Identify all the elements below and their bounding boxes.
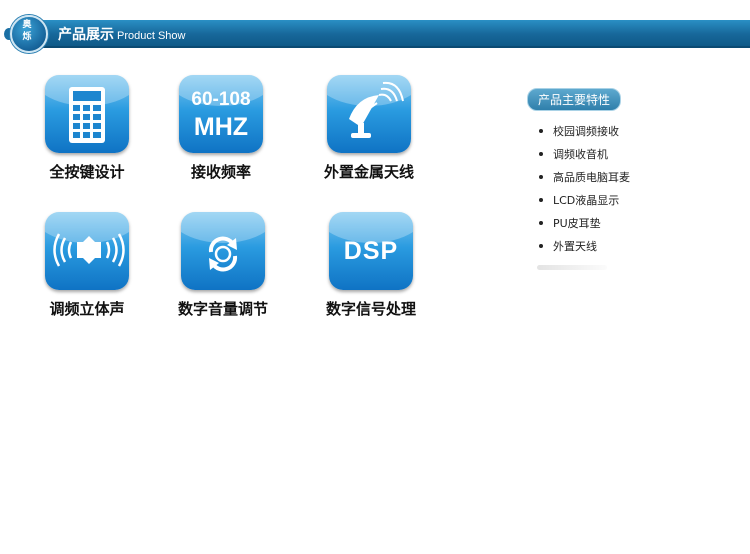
feature-label: 全按键设计 xyxy=(49,163,125,181)
section-title-en: Product Show xyxy=(117,30,186,42)
brand-logo-badge: 奥 烁 xyxy=(4,12,50,54)
frequency-range-text: 60-108 xyxy=(191,89,251,110)
feature-full-keypad: 全按键设计 xyxy=(32,75,142,182)
feature-digital-volume: 数字音量调节 xyxy=(168,212,278,319)
logo-char-1: 奥 xyxy=(22,20,32,30)
dsp-text: DSP xyxy=(343,237,399,265)
satellite-antenna-graphic xyxy=(349,81,404,138)
spec-item: 高品质电脑耳麦 xyxy=(527,169,727,192)
calculator-keypad-icon xyxy=(45,75,129,153)
section-title: 产品展示 Product Show xyxy=(58,24,185,44)
volume-rotate-icon xyxy=(181,212,265,290)
frequency-unit-text: MHZ xyxy=(193,113,249,141)
feature-fm-stereo: 调频立体声 xyxy=(32,212,142,319)
feature-label: 数字信号处理 xyxy=(325,300,416,318)
feature-dsp: DSP 数字信号处理 xyxy=(316,212,426,319)
volume-rotate-graphic xyxy=(208,236,238,272)
stereo-speaker-icon xyxy=(45,212,129,290)
spec-item: 调频收音机 xyxy=(527,146,727,169)
spec-item: 校园调频接收 xyxy=(527,123,727,146)
frequency-range-icon: 60-108 MHZ xyxy=(179,75,263,153)
logo-char-2: 烁 xyxy=(22,32,32,42)
spec-item: LCD液晶显示 xyxy=(527,192,727,215)
stereo-speaker-graphic xyxy=(53,233,125,267)
specs-title: 产品主要特性 xyxy=(527,88,622,111)
calculator-keypad-graphic xyxy=(69,87,105,143)
feature-label: 接收频率 xyxy=(190,163,251,181)
feature-label: 外置金属天线 xyxy=(323,163,414,181)
specs-panel: 产品主要特性 校园调频接收 调频收音机 高品质电脑耳麦 LCD液晶显示 PU皮耳… xyxy=(527,88,727,261)
satellite-antenna-icon xyxy=(327,75,411,153)
spec-item: PU皮耳垫 xyxy=(527,215,727,238)
feature-label: 数字音量调节 xyxy=(177,300,268,318)
feature-label: 调频立体声 xyxy=(49,300,125,318)
feature-metal-antenna: 外置金属天线 xyxy=(314,75,424,182)
dsp-chip-icon: DSP xyxy=(329,212,413,290)
specs-list: 校园调频接收 调频收音机 高品质电脑耳麦 LCD液晶显示 PU皮耳垫 外置天线 xyxy=(527,123,727,261)
spec-item: 外置天线 xyxy=(527,238,727,261)
logo-text: 奥 烁 xyxy=(18,19,36,43)
feature-frequency: 60-108 MHZ 接收频率 xyxy=(166,75,276,182)
section-header: 奥 烁 产品展示 Product Show xyxy=(0,15,750,53)
faded-divider xyxy=(537,265,607,270)
section-title-cn: 产品展示 xyxy=(58,27,114,43)
